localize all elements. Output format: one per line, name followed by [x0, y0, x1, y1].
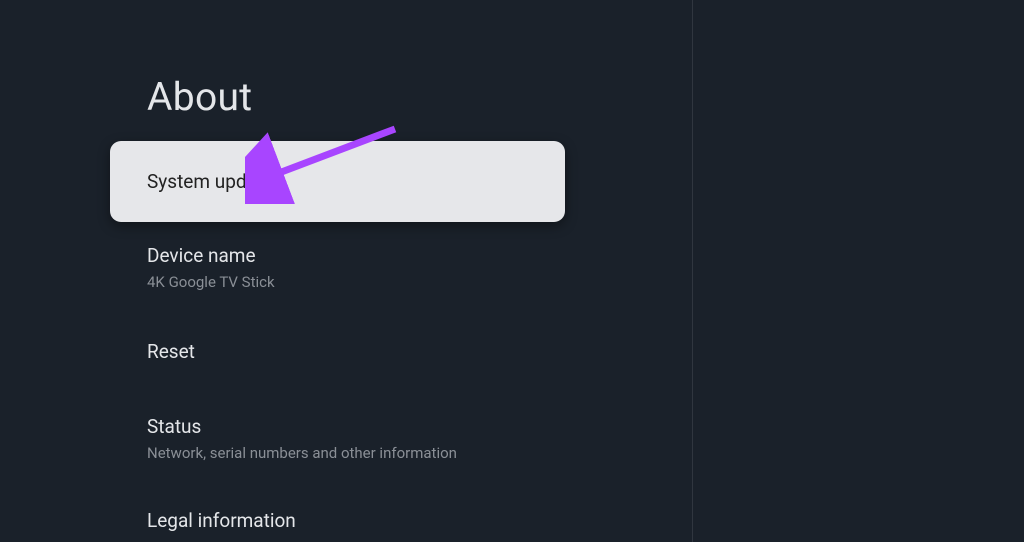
menu-item-reset[interactable]: Reset	[147, 340, 195, 363]
item-title: Reset	[147, 340, 195, 363]
menu-item-legal[interactable]: Legal information	[147, 509, 296, 532]
menu-item-device-name[interactable]: Device name 4K Google TV Stick	[147, 244, 275, 291]
menu-item-status[interactable]: Status Network, serial numbers and other…	[147, 415, 457, 462]
menu-item-system-update[interactable]: System update	[110, 141, 565, 222]
item-subtitle: Network, serial numbers and other inform…	[147, 444, 457, 462]
item-title: Legal information	[147, 509, 296, 532]
vertical-divider	[692, 0, 693, 542]
item-title: System update	[147, 170, 273, 193]
page-title: About	[147, 74, 252, 120]
item-title: Status	[147, 415, 457, 438]
item-title: Device name	[147, 244, 275, 267]
item-subtitle: 4K Google TV Stick	[147, 273, 275, 291]
